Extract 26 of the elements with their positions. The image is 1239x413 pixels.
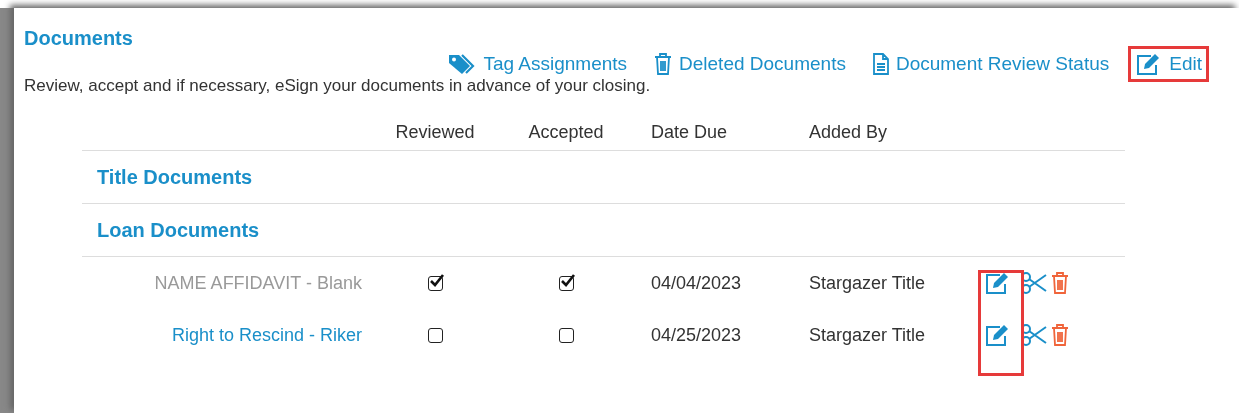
checkbox[interactable] xyxy=(558,275,574,291)
tag-link[interactable]: Tag Assignments xyxy=(483,53,628,75)
trash-icon[interactable] xyxy=(1050,323,1070,347)
group-title: Loan Documents xyxy=(97,218,260,242)
trash-icon[interactable] xyxy=(1050,271,1070,295)
added-by: Stargazer Title xyxy=(809,272,926,293)
document-name: NAME AFFIDAVIT - Blank xyxy=(154,272,362,293)
group-title: Title Documents xyxy=(97,165,253,189)
added-by: Stargazer Title xyxy=(809,324,926,345)
description-text: Review, accept and if necessary, eSign your documents in advance of your closing. xyxy=(24,76,652,96)
trash-icon xyxy=(653,52,674,76)
document-icon xyxy=(871,52,890,76)
date-due: 04/25/2023 xyxy=(651,324,742,345)
document-link[interactable]: Right to Rescind - Riker xyxy=(171,324,362,345)
date-due: 04/04/2023 xyxy=(651,272,742,293)
file-link[interactable]: Document Review Status xyxy=(895,53,1110,75)
trash-link[interactable]: Deleted Documents xyxy=(679,53,846,75)
column-header: Accepted xyxy=(528,121,604,143)
panel-title: Documents xyxy=(24,27,134,50)
edit-link[interactable]: Edit xyxy=(1169,53,1202,75)
checkbox[interactable] xyxy=(558,327,574,343)
column-header: Date Due xyxy=(651,121,728,142)
checkbox[interactable] xyxy=(427,327,443,343)
column-header: Reviewed xyxy=(395,121,475,143)
checkbox[interactable] xyxy=(427,275,443,291)
column-header: Added By xyxy=(809,121,888,142)
